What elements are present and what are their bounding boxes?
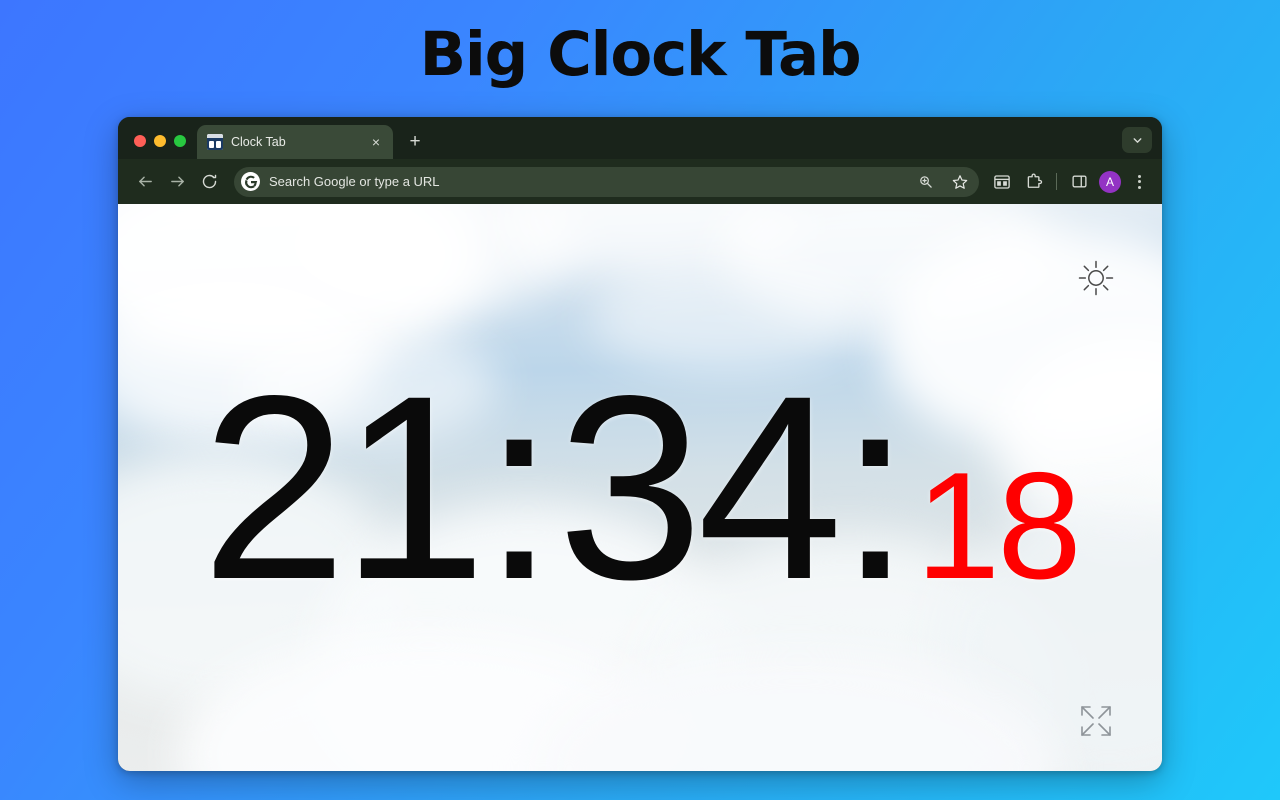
cloud-decoration (718, 204, 1058, 324)
close-tab-icon[interactable]: × (367, 133, 385, 151)
clock-separator: : (482, 340, 556, 634)
page-title: Big Clock Tab (419, 19, 862, 90)
fullscreen-expand-icon[interactable] (1074, 699, 1118, 743)
clock-seconds-separator: : (838, 340, 912, 634)
minimize-window-button[interactable] (154, 135, 166, 147)
clock-hours: 21 (201, 340, 486, 634)
chevron-down-icon[interactable] (1122, 127, 1152, 153)
tab-title: Clock Tab (231, 135, 286, 149)
omnibox[interactable]: Search Google or type a URL (234, 166, 979, 197)
tab-strip: Clock Tab × + (118, 117, 1162, 159)
address-bar-text[interactable]: Search Google or type a URL (269, 174, 903, 189)
clock-tab-extension-icon[interactable] (987, 167, 1017, 197)
clock-tab-favicon-icon (207, 134, 223, 150)
puzzle-piece-icon[interactable] (1019, 167, 1049, 197)
clock-seconds: 18 (915, 440, 1082, 611)
maximize-window-button[interactable] (174, 135, 186, 147)
tab-clock-tab[interactable]: Clock Tab × (197, 125, 393, 159)
cloud-decoration (498, 204, 798, 280)
google-g-icon (241, 172, 260, 191)
star-icon[interactable] (947, 169, 973, 195)
forward-arrow-icon[interactable] (162, 167, 192, 197)
promo-screenshot: Big Clock Tab Clock Tab × + Search Googl… (0, 0, 1280, 800)
big-clock: 21 : 34 : 18 (118, 340, 1162, 634)
cloud-decoration (278, 204, 578, 314)
cloud-decoration (178, 634, 678, 771)
new-tab-button[interactable]: + (401, 127, 429, 155)
browser-toolbar: Search Google or type a URL A (118, 159, 1162, 204)
three-dot-menu-icon[interactable] (1126, 169, 1152, 195)
browser-window: Clock Tab × + Search Google or type a UR… (118, 117, 1162, 771)
window-controls (118, 135, 197, 159)
reload-icon[interactable] (194, 167, 224, 197)
sun-brightness-icon[interactable] (1074, 256, 1118, 300)
toolbar-divider (1056, 173, 1057, 190)
avatar[interactable]: A (1099, 170, 1121, 193)
back-arrow-icon[interactable] (130, 167, 160, 197)
side-panel-icon[interactable] (1064, 167, 1094, 197)
search-zoom-icon[interactable] (912, 169, 938, 195)
cloud-decoration (538, 654, 1058, 771)
new-tab-page: 21 : 34 : 18 (118, 204, 1162, 771)
clock-minutes: 34 (557, 340, 842, 634)
close-window-button[interactable] (134, 135, 146, 147)
